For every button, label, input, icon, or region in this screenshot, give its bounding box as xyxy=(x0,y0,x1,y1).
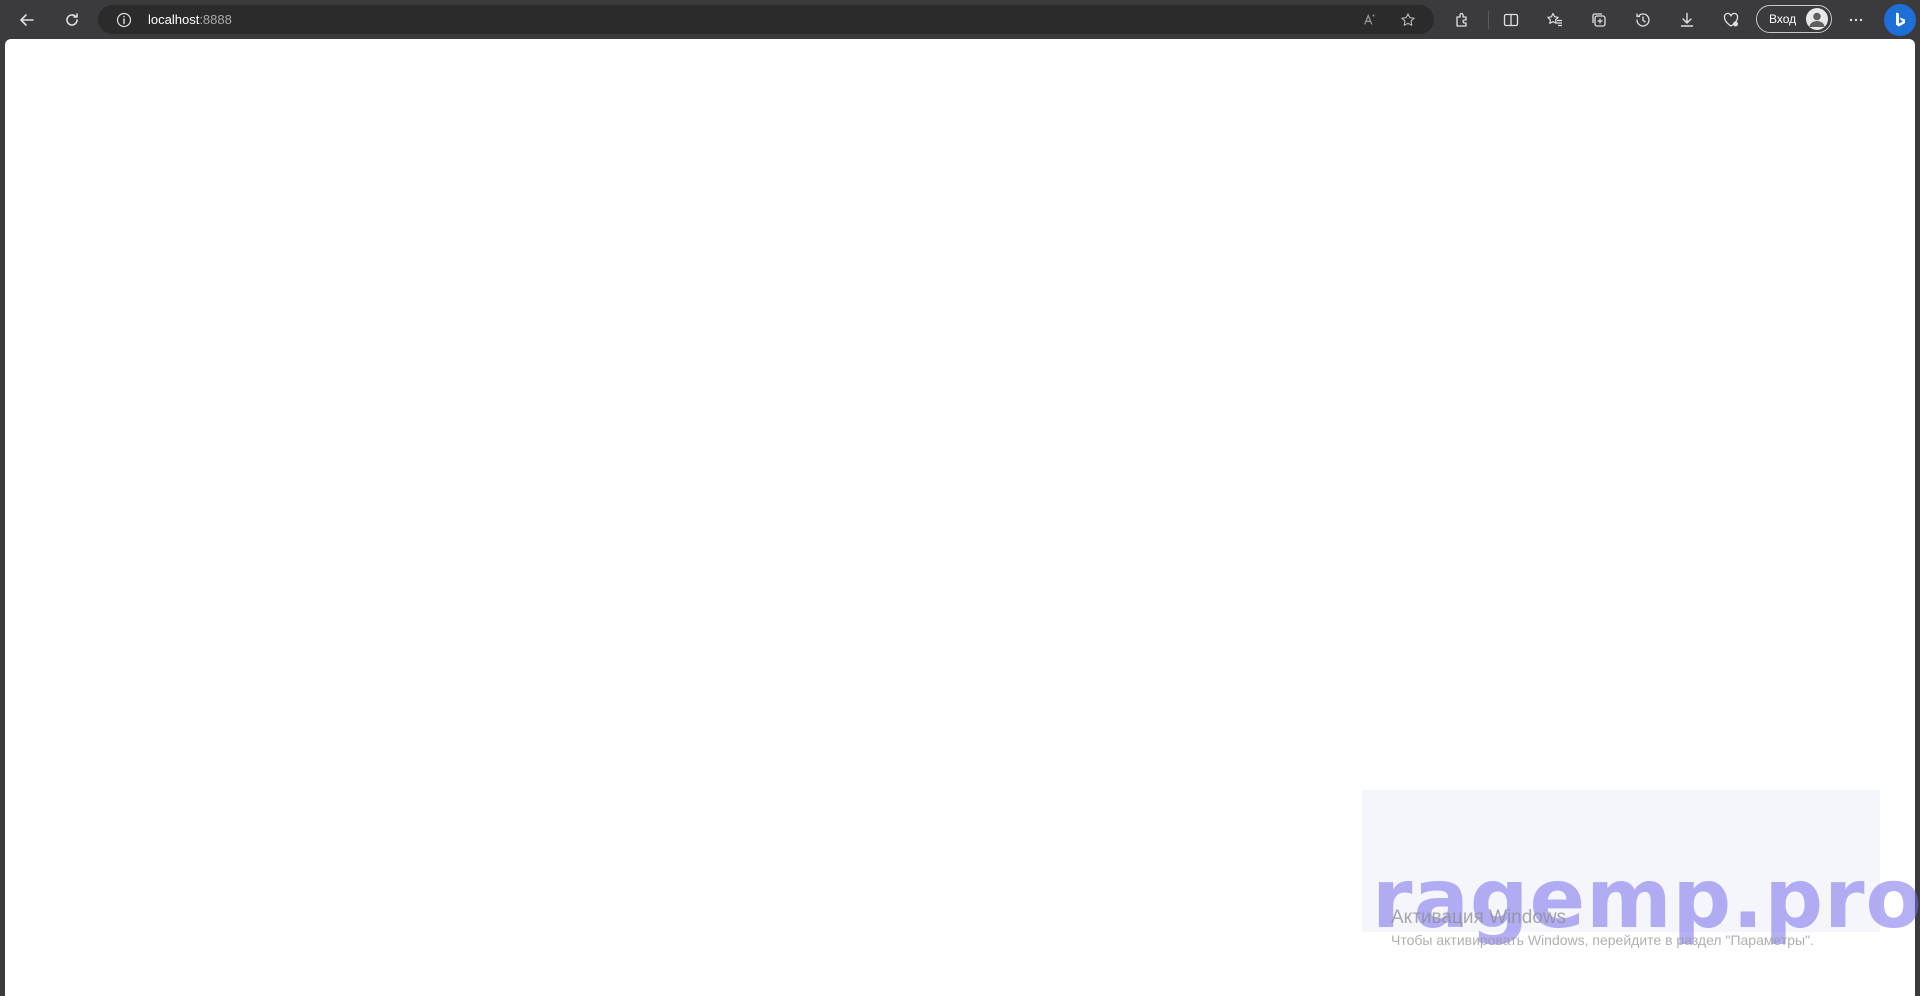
avatar xyxy=(1806,8,1828,30)
bing-copilot-icon xyxy=(1896,12,1905,27)
refresh-icon xyxy=(66,13,78,26)
split-screen-button[interactable] xyxy=(1497,6,1525,34)
url-host: localhost xyxy=(148,12,200,27)
back-button[interactable] xyxy=(13,6,41,34)
refresh-button[interactable] xyxy=(58,6,86,34)
split-screen-icon xyxy=(1503,13,1519,27)
bing-copilot-button[interactable] xyxy=(1884,4,1916,36)
downloads-button[interactable] xyxy=(1673,6,1701,34)
read-aloud-button[interactable] xyxy=(1360,10,1380,30)
extensions-button[interactable] xyxy=(1448,6,1476,34)
read-aloud-icon xyxy=(1364,13,1375,25)
collections-button[interactable] xyxy=(1585,6,1613,34)
extensions-icon xyxy=(1456,12,1467,27)
favorites-button[interactable] xyxy=(1541,6,1569,34)
downloads-icon xyxy=(1680,12,1694,27)
windows-activation-title: Активация Windows xyxy=(1391,907,1567,928)
signin-label: Вход xyxy=(1769,12,1797,26)
back-arrow-icon xyxy=(20,14,34,26)
windows-activation-text: Чтобы активировать Windows, перейдите в … xyxy=(1391,932,1814,948)
url-port: :8888 xyxy=(199,12,232,27)
browser-essentials-button[interactable] xyxy=(1717,6,1745,34)
collections-icon xyxy=(1592,13,1606,27)
info-icon[interactable] xyxy=(116,12,132,28)
browser-toolbar: localhost:8888 Вход xyxy=(0,0,1920,39)
history-button[interactable] xyxy=(1629,6,1657,34)
history-icon xyxy=(1636,13,1650,27)
address-url[interactable]: localhost:8888 xyxy=(148,12,232,27)
favorites-icon xyxy=(1547,12,1562,27)
toolbar-divider xyxy=(1488,11,1489,29)
favorite-star-icon xyxy=(1401,13,1415,26)
browser-essentials-icon xyxy=(1723,12,1739,27)
favorite-button[interactable] xyxy=(1398,10,1418,30)
signin-button[interactable]: Вход xyxy=(1756,5,1832,33)
user-icon xyxy=(1809,12,1825,27)
more-options-icon xyxy=(1849,18,1863,22)
address-bar[interactable]: localhost:8888 xyxy=(98,5,1434,34)
more-options-button[interactable] xyxy=(1842,6,1870,34)
